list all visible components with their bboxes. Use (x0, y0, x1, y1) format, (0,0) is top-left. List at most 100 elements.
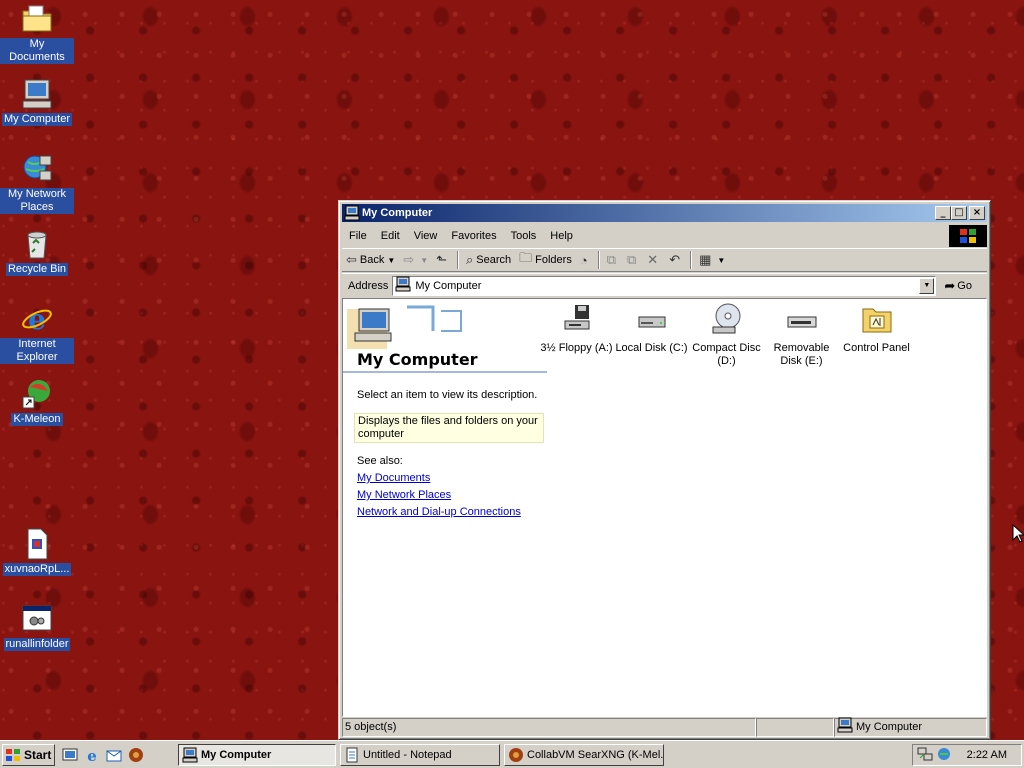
svg-text:e: e (87, 747, 97, 763)
desktop-icon-my-computer[interactable]: My Computer (0, 77, 74, 126)
go-arrow-icon: ➦ (944, 277, 956, 293)
delete-button[interactable]: ✕ (643, 249, 665, 271)
volume-icon[interactable] (936, 746, 952, 765)
chevron-down-icon[interactable]: ▼ (387, 256, 395, 265)
desktop-icon-runallinfolder[interactable]: runallinfolder (0, 602, 74, 651)
menu-file[interactable]: File (342, 230, 374, 242)
network-status-icon[interactable] (917, 746, 933, 765)
history-button[interactable]: ◔ (576, 249, 595, 271)
desktop-icon-label: My Documents (0, 38, 74, 64)
undo-button[interactable]: ↶ (665, 249, 687, 271)
chevron-down-icon[interactable]: ▼ (420, 256, 428, 265)
status-bar: 5 object(s) My Computer (342, 717, 987, 737)
back-button[interactable]: ⇦ Back ▼ (342, 249, 399, 271)
forward-button[interactable]: ⇨ ▼ (399, 249, 432, 271)
task-collabvm-searxng[interactable]: CollabVM SearXNG (K-Mel... (504, 744, 664, 766)
cd-drive-icon (711, 303, 743, 335)
status-empty-pane (756, 718, 834, 737)
sidebar-title: My Computer (357, 350, 478, 369)
desktop-icon-xuvnaorpl[interactable]: xuvnaoRpL... (0, 527, 74, 576)
up-folder-button[interactable]: ⬑ (432, 249, 454, 271)
status-location: My Computer (834, 717, 987, 737)
move-to-button[interactable]: ⧉ (603, 249, 623, 271)
back-arrow-icon: ⇦ (346, 252, 357, 267)
menu-edit[interactable]: Edit (374, 230, 407, 242)
system-tray: 2:22 AM (912, 744, 1022, 766)
search-button[interactable]: ⌕ Search (462, 249, 515, 271)
move-to-icon: ⧉ (606, 252, 616, 267)
mouse-pointer-icon (1012, 523, 1024, 544)
folders-button[interactable]: 🗀 Folders (515, 249, 576, 271)
taskbar: Start e My Computer Untitled - Notepad C… (0, 740, 1024, 768)
start-button[interactable]: Start (2, 744, 55, 766)
link-my-network-places[interactable]: My Network Places (357, 489, 451, 501)
item-local-disk-c[interactable]: Local Disk (C:) (614, 303, 689, 368)
minimize-button[interactable]: _ (935, 206, 951, 220)
item-control-panel[interactable]: Control Panel (839, 303, 914, 368)
standard-toolbar: ⇦ Back ▼ ⇨ ▼ ⬑ ⌕ Search 🗀 Folders ◔ ⧉ ⧉ (342, 248, 987, 272)
copy-to-icon: ⧉ (627, 252, 637, 267)
folders-icon: 🗀 (519, 250, 533, 265)
link-network-dialup[interactable]: Network and Dial-up Connections (357, 506, 521, 518)
desktop-icon-label: K-Meleon (11, 413, 63, 426)
address-dropdown-button[interactable]: ▼ (919, 277, 935, 294)
hard-disk-icon (636, 303, 668, 335)
control-panel-icon (861, 303, 893, 335)
menu-favorites[interactable]: Favorites (444, 230, 503, 242)
removable-disk-icon (786, 303, 818, 335)
item-removable-disk-e[interactable]: Removable Disk (E:) (764, 303, 839, 368)
computer-icon (182, 747, 198, 763)
floppy-drive-icon (561, 303, 593, 335)
window-titlebar[interactable]: My Computer _ □ × (342, 204, 987, 222)
sidebar-description: Select an item to view its description. (357, 389, 538, 401)
windows-logo-icon (5, 748, 21, 762)
task-notepad[interactable]: Untitled - Notepad (340, 744, 500, 766)
computer-icon (344, 205, 360, 221)
copy-to-button[interactable]: ⧉ (623, 249, 643, 271)
k-meleon-icon (20, 377, 54, 411)
item-floppy-a[interactable]: 3½ Floppy (A:) (539, 303, 614, 368)
address-bar: Address My Computer ▼ ➦ Go (342, 273, 987, 297)
task-my-computer[interactable]: My Computer (178, 744, 336, 766)
ie-icon[interactable]: e (84, 747, 100, 765)
network-icon (20, 152, 54, 186)
desktop-icon-label: runallinfolder (3, 638, 71, 651)
quick-launch: e (62, 744, 144, 766)
desktop-icon-recycle-bin[interactable]: Recycle Bin (0, 227, 74, 276)
outlook-express-icon[interactable] (106, 747, 122, 763)
menu-tools[interactable]: Tools (504, 230, 544, 242)
k-meleon-icon[interactable] (128, 747, 144, 763)
desktop-icon-my-documents[interactable]: My Documents (0, 2, 74, 64)
sidebar-hint: Displays the files and folders on your c… (354, 413, 544, 443)
maximize-button[interactable]: □ (951, 206, 967, 220)
menu-help[interactable]: Help (543, 230, 580, 242)
clock[interactable]: 2:22 AM (967, 749, 1007, 761)
batch-icon (20, 602, 54, 636)
up-folder-icon: ⬑ (436, 252, 447, 267)
forward-arrow-icon: ⇨ (403, 252, 415, 267)
windows-logo-icon (949, 225, 987, 247)
k-meleon-icon (508, 747, 524, 763)
views-icon: ▦ (699, 252, 712, 267)
menu-view[interactable]: View (407, 230, 445, 242)
computer-icon (347, 301, 463, 349)
desktop-icon-k-meleon[interactable]: K-Meleon (0, 377, 74, 426)
chevron-down-icon[interactable]: ▼ (717, 256, 725, 265)
desktop-icon-internet-explorer[interactable]: e Internet Explorer (0, 302, 74, 364)
document-icon (20, 527, 54, 561)
link-my-documents[interactable]: My Documents (357, 472, 430, 484)
toolbar-separator (690, 251, 693, 269)
drive-list: 3½ Floppy (A:) Local Disk (C:) Compact D… (539, 303, 914, 368)
item-compact-disc-d[interactable]: Compact Disc (D:) (689, 303, 764, 368)
show-desktop-icon[interactable] (62, 747, 78, 763)
window-title: My Computer (362, 207, 433, 219)
desktop-icon-my-network-places[interactable]: My Network Places (0, 152, 74, 214)
address-value: My Computer (415, 279, 482, 292)
desktop-icon-label: My Network Places (0, 188, 74, 214)
close-button[interactable]: × (969, 206, 985, 220)
desktop-icon-label: Recycle Bin (5, 263, 69, 276)
views-button[interactable]: ▦ ▼ (695, 249, 729, 271)
address-input[interactable]: My Computer ▼ (392, 275, 937, 296)
go-button[interactable]: ➦ Go (944, 278, 972, 294)
delete-icon: ✕ (647, 252, 659, 267)
